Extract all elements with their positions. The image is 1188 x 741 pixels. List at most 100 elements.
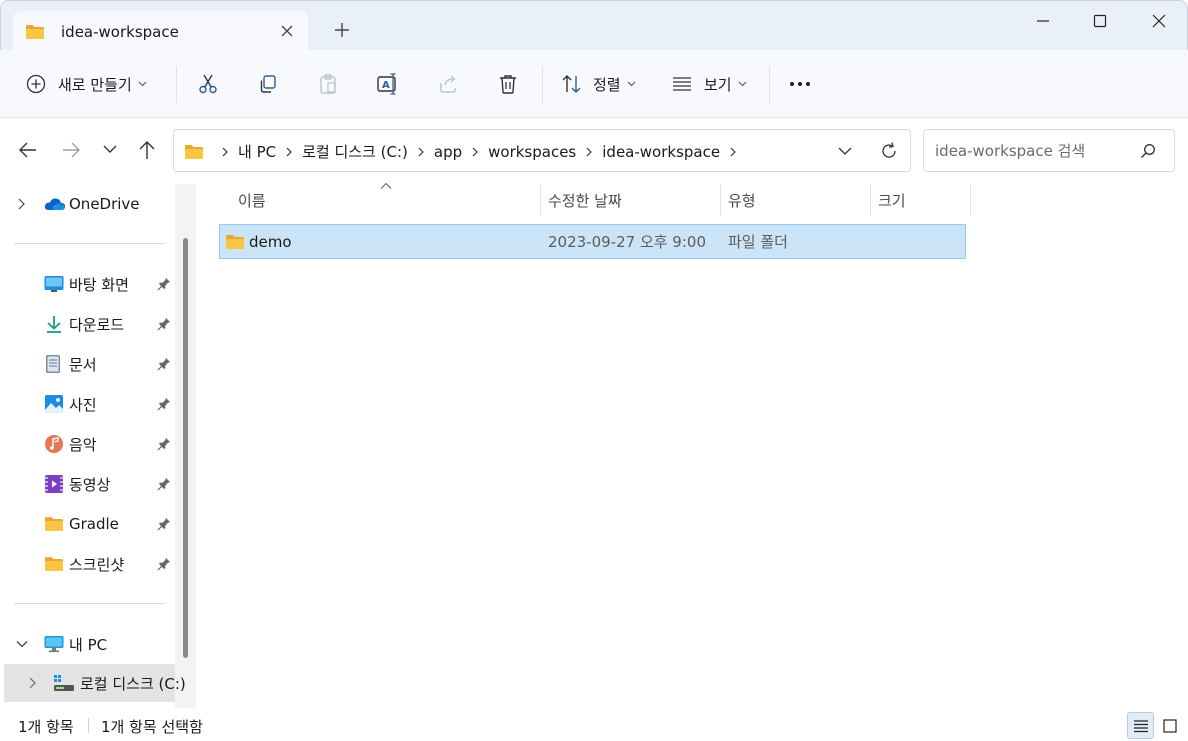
- minimize-icon[interactable]: [1023, 9, 1063, 33]
- forward-arrow-icon[interactable]: [61, 139, 81, 161]
- plus-circle-icon: [26, 74, 46, 94]
- column-header-size[interactable]: 크기: [878, 184, 968, 216]
- sort-label: 정렬: [593, 75, 621, 94]
- share-button[interactable]: [437, 50, 459, 118]
- more-icon: [789, 81, 811, 87]
- chevron-right-icon[interactable]: [17, 198, 25, 210]
- pin-icon[interactable]: [157, 317, 171, 331]
- list-view-icon: [672, 76, 692, 92]
- sidebar-item-gradle[interactable]: Gradle: [0, 506, 178, 542]
- sidebar-item-videos[interactable]: 동영상: [0, 466, 178, 502]
- breadcrumb: 내 PC 로컬 디스크 (C:) app workspaces idea-wor…: [184, 130, 746, 173]
- scissors-icon: [197, 73, 219, 95]
- column-divider[interactable]: [870, 184, 871, 216]
- more-options-button[interactable]: [789, 50, 811, 118]
- view-button[interactable]: 보기: [672, 50, 747, 118]
- sidebar-item-documents[interactable]: 문서: [0, 346, 178, 382]
- file-row-demo[interactable]: demo 2023-09-27 오후 9:00 파일 폴더: [219, 224, 966, 259]
- folder-icon: [25, 24, 45, 40]
- address-history-chevron-icon[interactable]: [837, 143, 853, 159]
- breadcrumb-app[interactable]: app: [434, 143, 462, 161]
- rename-button[interactable]: A: [376, 50, 400, 118]
- sidebar-divider: [14, 243, 164, 244]
- command-bar: 새로 만들기 A 정렬 보기: [0, 50, 1188, 118]
- tab-idea-workspace[interactable]: idea-workspace: [13, 11, 308, 52]
- delete-button[interactable]: [497, 50, 519, 118]
- chevron-down-icon: [138, 81, 147, 87]
- details-view-button[interactable]: [1127, 712, 1154, 739]
- pin-icon[interactable]: [157, 357, 171, 371]
- pin-icon[interactable]: [157, 397, 171, 411]
- new-button-label: 새로 만들기: [58, 75, 132, 94]
- pin-icon[interactable]: [157, 477, 171, 491]
- back-arrow-icon[interactable]: [18, 139, 38, 161]
- pin-icon[interactable]: [157, 557, 171, 571]
- new-button[interactable]: 새로 만들기: [26, 50, 147, 118]
- sidebar-item-label: OneDrive: [69, 195, 140, 213]
- search-box: [923, 129, 1175, 172]
- paste-icon: [317, 73, 339, 95]
- music-icon: [44, 434, 64, 454]
- navigation-pane: OneDrive 바탕 화면 다운로드 문서 사진 음악 동영상 Gradle …: [0, 182, 196, 708]
- maximize-icon[interactable]: [1080, 9, 1120, 33]
- recent-locations-icon[interactable]: [103, 145, 117, 154]
- new-tab-icon[interactable]: [334, 22, 350, 38]
- search-input[interactable]: [925, 131, 1125, 170]
- chevron-down-icon[interactable]: [16, 640, 28, 648]
- breadcrumb-idea-workspace[interactable]: idea-workspace: [602, 143, 720, 161]
- view-label: 보기: [704, 75, 732, 94]
- sidebar-item-screenshots[interactable]: 스크린샷: [0, 546, 178, 582]
- onedrive-cloud-icon: [44, 197, 66, 211]
- pin-icon[interactable]: [157, 437, 171, 451]
- column-header-name[interactable]: 이름: [238, 184, 538, 216]
- status-bar: 1개 항목 1개 항목 선택함: [0, 708, 1188, 741]
- column-divider[interactable]: [540, 184, 541, 216]
- chevron-right-icon[interactable]: [286, 147, 292, 157]
- paste-button[interactable]: [317, 50, 339, 118]
- address-bar[interactable]: 내 PC 로컬 디스크 (C:) app workspaces idea-wor…: [173, 129, 911, 172]
- folder-icon: [44, 516, 64, 532]
- document-icon: [44, 354, 62, 374]
- pin-icon[interactable]: [157, 277, 171, 291]
- close-tab-icon[interactable]: [280, 24, 294, 38]
- sidebar-item-downloads[interactable]: 다운로드: [0, 306, 178, 342]
- sidebar-item-local-disk[interactable]: 로컬 디스크 (C:): [4, 664, 186, 702]
- chevron-right-icon[interactable]: [28, 677, 36, 689]
- sidebar-item-onedrive[interactable]: OneDrive: [0, 186, 178, 222]
- desktop-icon: [44, 275, 64, 293]
- refresh-icon[interactable]: [879, 141, 899, 161]
- file-modified: 2023-09-27 오후 9:00: [548, 233, 706, 251]
- column-divider[interactable]: [970, 184, 971, 216]
- chevron-right-icon[interactable]: [730, 147, 736, 157]
- chevron-right-icon[interactable]: [586, 147, 593, 157]
- sidebar-divider: [14, 603, 164, 604]
- sidebar-item-label: 스크린샷: [69, 555, 125, 574]
- sidebar-item-music[interactable]: 음악: [0, 426, 178, 462]
- breadcrumb-this-pc[interactable]: 내 PC: [238, 141, 276, 162]
- sidebar-item-label: 동영상: [69, 475, 111, 494]
- close-window-icon[interactable]: [1139, 9, 1179, 33]
- rename-icon: A: [376, 73, 400, 95]
- breadcrumb-workspaces[interactable]: workspaces: [488, 143, 576, 161]
- column-header-modified[interactable]: 수정한 날짜: [548, 184, 716, 216]
- chevron-right-icon[interactable]: [418, 147, 424, 157]
- sidebar-item-pictures[interactable]: 사진: [0, 386, 178, 422]
- large-icons-view-icon: [1162, 718, 1177, 733]
- search-icon[interactable]: [1140, 143, 1156, 159]
- sort-button[interactable]: 정렬: [561, 50, 636, 118]
- sidebar-item-label: 음악: [69, 435, 97, 454]
- chevron-right-icon[interactable]: [472, 147, 478, 157]
- column-divider[interactable]: [720, 184, 721, 216]
- pin-icon[interactable]: [157, 517, 171, 531]
- cut-button[interactable]: [197, 50, 219, 118]
- sidebar-item-this-pc[interactable]: 내 PC: [0, 626, 178, 662]
- column-header-type[interactable]: 유형: [728, 184, 866, 216]
- tiles-view-button[interactable]: [1156, 712, 1183, 739]
- video-icon: [44, 474, 64, 494]
- sidebar-item-desktop[interactable]: 바탕 화면: [0, 266, 178, 302]
- up-arrow-icon[interactable]: [137, 139, 157, 161]
- breadcrumb-local-disk[interactable]: 로컬 디스크 (C:): [302, 141, 408, 162]
- chevron-right-icon[interactable]: [222, 147, 228, 157]
- drive-icon: [53, 674, 75, 692]
- copy-button[interactable]: [257, 50, 279, 118]
